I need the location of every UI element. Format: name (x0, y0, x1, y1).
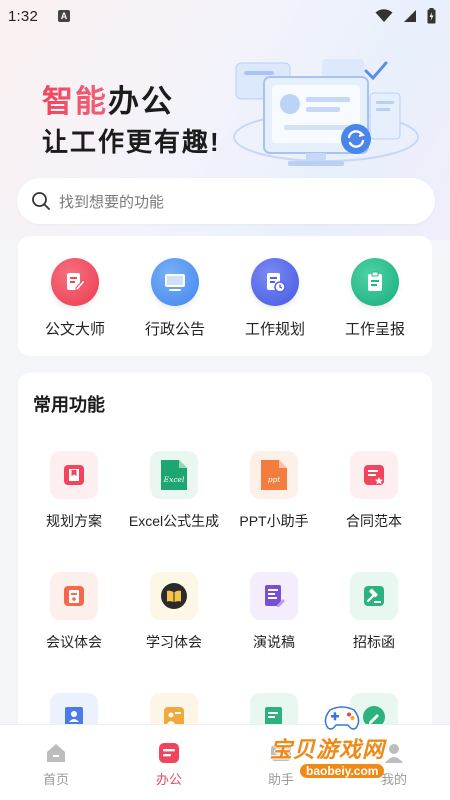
quick-actions-card: 公文大师 行政公告 工作规划 工作呈报 (18, 236, 432, 356)
function-label: 会议体会 (46, 634, 102, 650)
tab-label: 办公 (155, 772, 182, 787)
watermark: 宝贝游戏网 baobeiy.com (270, 702, 450, 782)
watermark-url: baobeiy.com (300, 764, 385, 778)
battery-icon (427, 8, 436, 24)
function-label: 合同范本 (346, 513, 402, 529)
hero-title-highlight: 智能 (42, 84, 108, 119)
search-bar[interactable]: 找到想要的功能 (17, 178, 435, 224)
quick-action-label: 工作呈报 (344, 321, 405, 338)
office-icon (159, 743, 179, 763)
notification-badge: A (58, 10, 70, 22)
quick-action-work-plan[interactable]: 工作规划 (225, 258, 325, 339)
hero-title: 智能办公 (42, 76, 174, 121)
ppt-icon-text: ppt (268, 475, 282, 484)
function-label: 学习体会 (146, 634, 202, 650)
function-item-planning[interactable]: 规划方案 (24, 451, 124, 531)
bookmark-doc-icon (50, 451, 98, 499)
function-item-speech[interactable]: 演说稿 (224, 572, 324, 652)
function-label: Excel公式生成 (128, 513, 220, 529)
quick-action-work-report[interactable]: 工作呈报 (325, 258, 425, 339)
meeting-note-icon (50, 572, 98, 620)
function-item-tender[interactable]: 招标函 (324, 572, 424, 652)
excel-icon-text: Excel (163, 475, 185, 484)
quick-action-admin-notice[interactable]: 行政公告 (125, 258, 225, 339)
quick-action-label: 行政公告 (144, 321, 205, 338)
quick-action-document-master[interactable]: 公文大师 (25, 258, 125, 339)
search-placeholder: 找到想要的功能 (59, 193, 165, 211)
status-time: 1:32 (8, 7, 38, 25)
book-icon (150, 572, 198, 620)
quick-action-label: 公文大师 (44, 321, 105, 338)
excel-file-icon: Excel (150, 451, 198, 499)
function-item-excel[interactable]: Excel Excel公式生成 (124, 451, 224, 531)
function-item-meeting[interactable]: 会议体会 (24, 572, 124, 652)
game-controller-icon (324, 706, 360, 730)
status-bar: 1:32 A (0, 0, 450, 32)
quick-action-label: 工作规划 (244, 321, 305, 338)
home-icon (47, 744, 65, 762)
contract-icon (350, 451, 398, 499)
signal-icon (404, 10, 416, 22)
document-pen-icon (51, 258, 99, 306)
function-label: PPT小助手 (239, 513, 309, 529)
wifi-icon (375, 9, 393, 22)
ppt-file-icon: ppt (250, 451, 298, 499)
speech-doc-icon (250, 572, 298, 620)
monitor-icon (151, 258, 199, 306)
tab-label: 首页 (42, 772, 69, 787)
hero-title-rest: 办公 (108, 84, 174, 119)
function-item-study[interactable]: 学习体会 (124, 572, 224, 652)
function-item-ppt[interactable]: ppt PPT小助手 (224, 451, 324, 531)
tab-office[interactable]: 办公 (129, 741, 209, 788)
document-clock-icon (251, 258, 299, 306)
watermark-text: 宝贝游戏网 (270, 737, 386, 762)
function-label: 演说稿 (253, 634, 295, 650)
search-icon (32, 192, 50, 210)
hero-subtitle: 让工作更有趣! (42, 127, 221, 157)
office-illustration-icon (233, 59, 419, 166)
function-item-contract[interactable]: 合同范本 (324, 451, 424, 531)
function-label: 规划方案 (46, 513, 102, 529)
clipboard-icon (351, 258, 399, 306)
tab-home[interactable]: 首页 (16, 741, 96, 788)
section-title: 常用功能 (33, 395, 105, 415)
gavel-icon (350, 572, 398, 620)
function-label: 招标函 (353, 634, 395, 650)
